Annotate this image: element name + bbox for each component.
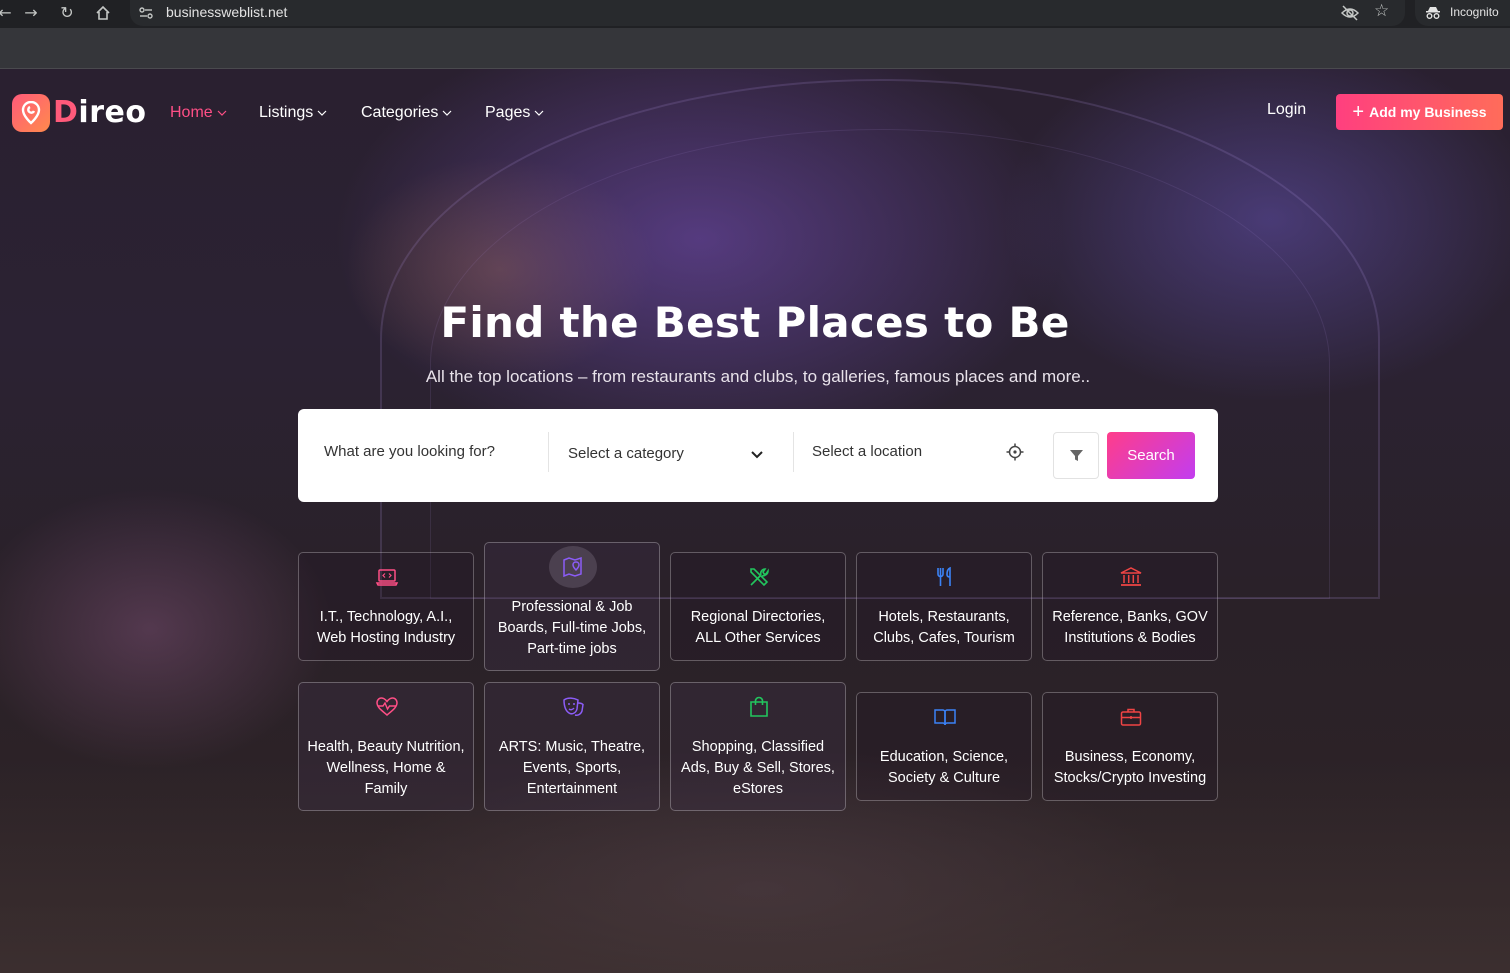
add-business-button[interactable]: + Add my Business [1336, 94, 1503, 130]
chevron-down-icon [217, 110, 227, 116]
site-info-icon[interactable] [138, 5, 154, 21]
laptop-code-icon [375, 569, 399, 586]
map-pin-icon [563, 556, 582, 578]
search-button[interactable]: Search [1107, 432, 1195, 479]
incognito-icon [1426, 7, 1440, 19]
add-business-label: Add my Business [1369, 104, 1487, 120]
hero-section: Direo Home Listings Categories Pages Log… [0, 69, 1510, 973]
home-icon[interactable] [92, 2, 114, 24]
reload-icon[interactable]: ↻ [56, 2, 78, 24]
category-label: Professional & Job Boards, Full-time Job… [497, 599, 647, 657]
nav-item-categories[interactable]: Categories [361, 102, 452, 124]
heart-pulse-icon [376, 697, 398, 716]
incognito-indicator[interactable]: Incognito [1415, 0, 1510, 26]
bank-icon [1120, 567, 1142, 586]
category-label: Shopping, Classified Ads, Buy & Sell, St… [681, 739, 835, 797]
logo-pin-icon [12, 94, 50, 132]
chevron-down-icon[interactable] [750, 447, 764, 461]
nav-item-label: Home [170, 104, 213, 121]
filter-button[interactable] [1053, 432, 1099, 479]
hero-title: Find the Best Places to Be [440, 298, 1070, 347]
category-card-education[interactable]: Education, Science, Society & Culture [856, 692, 1032, 801]
back-arrow-icon[interactable]: ← [0, 2, 16, 24]
nav-item-label: Listings [259, 104, 314, 121]
forward-arrow-icon[interactable]: → [20, 2, 42, 24]
category-card-hotels-restaurants[interactable]: Hotels, Restaurants, Clubs, Cafes, Touri… [856, 552, 1032, 661]
site-logo[interactable]: Direo [12, 93, 146, 133]
location-input[interactable]: Select a location [812, 443, 922, 460]
chevron-down-icon [317, 110, 327, 116]
plus-icon: + [1352, 101, 1365, 123]
nav-item-listings[interactable]: Listings [259, 102, 327, 124]
crosshair-location-icon[interactable] [1006, 443, 1024, 461]
chevron-down-icon [442, 110, 452, 116]
bookmarks-bar [0, 28, 1510, 69]
search-form: What are you looking for? Select a categ… [298, 409, 1218, 502]
briefcase-icon [1120, 708, 1142, 726]
category-label: Regional Directories, ALL Other Services [690, 609, 826, 646]
category-card-shopping[interactable]: Shopping, Classified Ads, Buy & Sell, St… [670, 682, 846, 811]
category-label: Reference, Banks, GOV Institutions & Bod… [1052, 609, 1208, 646]
keyword-search-input[interactable]: What are you looking for? [324, 443, 495, 460]
shopping-bag-icon [750, 696, 768, 717]
hero-subtitle: All the top locations – from restaurants… [425, 367, 1091, 386]
background-dome-decoration [430, 129, 1330, 599]
category-label: Hotels, Restaurants, Clubs, Cafes, Touri… [873, 609, 1015, 646]
category-card-business-economy[interactable]: Business, Economy, Stocks/Crypto Investi… [1042, 692, 1218, 801]
category-label: ARTS: Music, Theatre, Events, Sports, En… [498, 739, 646, 797]
chevron-down-icon [534, 110, 544, 116]
open-book-icon [934, 709, 956, 726]
theatre-mask-icon [563, 697, 584, 716]
nav-item-label: Pages [485, 104, 531, 121]
category-card-health-beauty[interactable]: Health, Beauty Nutrition, Wellness, Home… [298, 682, 474, 811]
category-select[interactable]: Select a category [568, 445, 684, 462]
eye-off-icon[interactable] [1340, 3, 1360, 23]
bookmark-star-icon[interactable]: ☆ [1374, 1, 1389, 21]
category-label: Education, Science, Society & Culture [879, 749, 1009, 786]
nav-item-label: Categories [361, 104, 439, 121]
category-card-reference-banks[interactable]: Reference, Banks, GOV Institutions & Bod… [1042, 552, 1218, 661]
tools-icon [750, 568, 769, 587]
logo-text: Direo [53, 95, 147, 130]
login-link[interactable]: Login [1267, 101, 1306, 119]
nav-item-home[interactable]: Home [170, 102, 227, 124]
category-label: Health, Beauty Nutrition, Wellness, Home… [307, 739, 465, 797]
category-label: Business, Economy, Stocks/Crypto Investi… [1053, 749, 1207, 786]
fork-knife-icon [937, 566, 951, 586]
category-card-regional-directories[interactable]: Regional Directories, ALL Other Services [670, 552, 846, 661]
nav-item-pages[interactable]: Pages [485, 102, 544, 124]
category-card-arts-music[interactable]: ARTS: Music, Theatre, Events, Sports, En… [484, 682, 660, 811]
category-card-it-technology[interactable]: I.T., Technology, A.I., Web Hosting Indu… [298, 552, 474, 661]
incognito-label: Incognito [1450, 5, 1499, 19]
category-card-professional-jobs[interactable]: Professional & Job Boards, Full-time Job… [484, 542, 660, 671]
address-bar[interactable]: businessweblist.net ☆ [130, 0, 1405, 26]
url-text[interactable]: businessweblist.net [166, 4, 287, 20]
category-label: I.T., Technology, A.I., Web Hosting Indu… [316, 609, 456, 646]
browser-toolbar: ← → ↻ businessweblist.net ☆ Incognito [0, 0, 1510, 28]
divider [548, 432, 549, 472]
divider [793, 432, 794, 472]
filter-icon [1070, 450, 1083, 461]
